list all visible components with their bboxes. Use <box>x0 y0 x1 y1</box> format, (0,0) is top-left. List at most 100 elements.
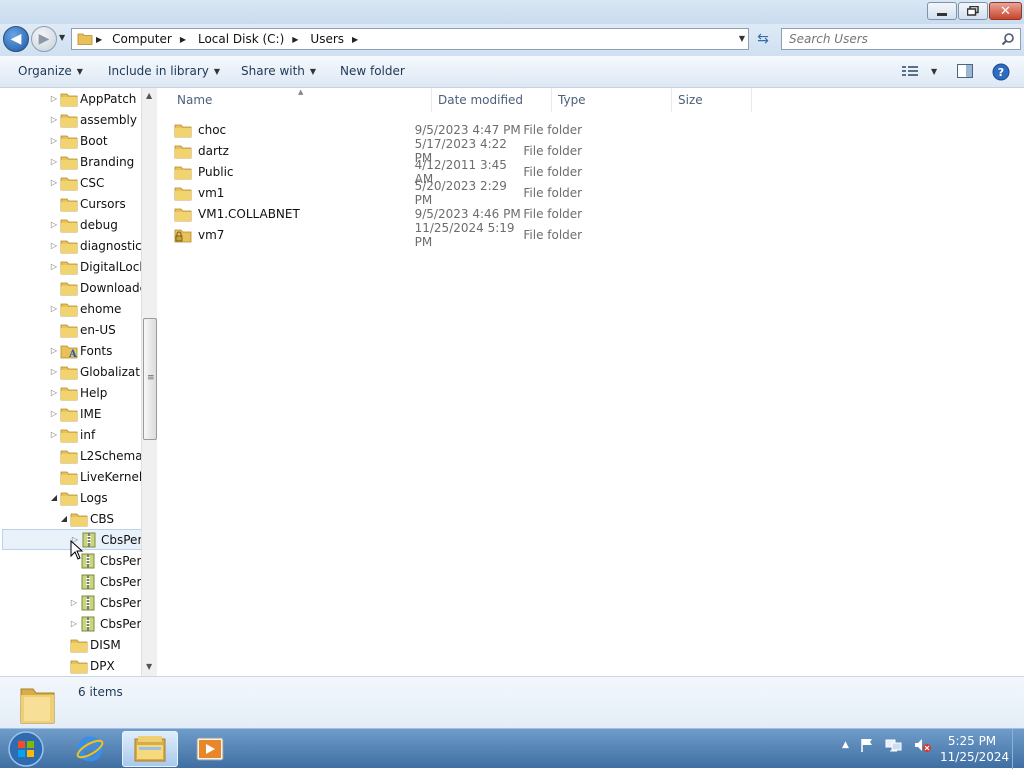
tree-expand-icon[interactable]: ▷ <box>48 178 60 187</box>
tree-item[interactable]: ▷ DigitalLocker <box>0 256 142 277</box>
tree-expand-icon[interactable]: ▷ <box>48 220 60 229</box>
include-in-library-menu[interactable]: Include in library ▼ <box>108 64 220 78</box>
column-header-date-modified[interactable]: Date modified <box>432 88 552 112</box>
tree-item[interactable]: ▷ debug <box>0 214 142 235</box>
tree-item[interactable]: ▷ A Fonts <box>0 340 142 361</box>
tree-expand-icon[interactable]: ▷ <box>48 430 60 439</box>
tree-expand-icon[interactable]: ▷ <box>48 367 60 376</box>
scroll-down-icon[interactable]: ▼ <box>146 662 152 671</box>
show-desktop-button[interactable] <box>1012 729 1024 769</box>
tree-item[interactable]: ▷ Globalization <box>0 361 142 382</box>
tree-expand-icon[interactable]: ▷ <box>48 157 60 166</box>
taskbar-media-player[interactable] <box>182 731 238 767</box>
nav-scrollbar[interactable]: ▲ ≡ ▼ <box>141 88 157 676</box>
breadcrumb-users[interactable]: Users ▶ <box>303 32 363 46</box>
tree-item[interactable]: ▷ ehome <box>0 298 142 319</box>
share-with-menu[interactable]: Share with ▼ <box>241 64 316 78</box>
start-button[interactable] <box>4 730 48 768</box>
organize-menu[interactable]: Organize ▼ <box>18 64 83 78</box>
tree-expand-icon[interactable]: ▷ <box>48 262 60 271</box>
restore-button[interactable] <box>958 2 988 20</box>
clock[interactable]: 5:25 PM 11/25/2024 <box>940 733 1009 765</box>
help-button[interactable]: ? <box>992 63 1010 81</box>
tree-expand-icon[interactable]: ▷ <box>48 388 60 397</box>
file-row[interactable]: vm7 11/25/2024 5:19 PM File folder <box>174 221 614 249</box>
tree-item[interactable]: LiveKernelReports <box>0 466 142 487</box>
taskbar-internet-explorer[interactable] <box>62 731 118 767</box>
tree-expand-icon[interactable]: ▷ <box>48 94 60 103</box>
scrollbar-thumb[interactable]: ≡ <box>143 318 157 440</box>
navigation-pane[interactable]: ▷ AppPatch ▷ assembly ▷ Boot ▷ Branding ▷ CSC Curs… <box>0 88 158 676</box>
back-button[interactable]: ◀ <box>3 26 29 52</box>
tree-item[interactable]: ▷ IME <box>0 403 142 424</box>
tree-expand-icon[interactable]: ▷ <box>48 115 60 124</box>
windows-explorer-icon <box>134 736 166 762</box>
close-button[interactable]: ✕ <box>989 2 1022 20</box>
file-row[interactable]: choc 9/5/2023 4:47 PM File folder <box>174 119 614 140</box>
breadcrumb-separator-icon[interactable]: ▶ <box>177 35 189 44</box>
taskbar-windows-explorer[interactable] <box>122 731 178 767</box>
network-icon[interactable] <box>885 737 903 753</box>
forward-button[interactable]: ▶ <box>31 26 57 52</box>
folder-icon <box>60 427 78 443</box>
breadcrumb-separator-icon[interactable]: ▶ <box>289 35 301 44</box>
show-hidden-icons-icon[interactable]: ▲ <box>842 740 849 750</box>
minimize-button[interactable] <box>927 2 957 20</box>
refresh-button[interactable]: ⇆ <box>751 28 775 50</box>
tree-expand-icon[interactable]: ▷ <box>48 346 60 355</box>
address-bar[interactable]: ▶ Computer ▶ Local Disk (C:) ▶ Users ▶ ▼ <box>71 28 749 50</box>
column-header-size[interactable]: Size <box>672 88 752 112</box>
recent-pages-dropdown-icon[interactable]: ▼ <box>59 33 65 42</box>
tree-expand-icon[interactable]: ▷ <box>48 304 60 313</box>
tree-item[interactable]: ▷ Boot <box>0 130 142 151</box>
tree-item[interactable]: ◢ Logs <box>0 487 142 508</box>
address-dropdown-icon[interactable]: ▼ <box>739 34 745 43</box>
tree-item[interactable]: ▷ diagnostics <box>0 235 142 256</box>
file-list-pane[interactable]: Name ▲ Date modified Type Size choc 9/5/2… <box>160 88 1024 676</box>
tree-expand-icon[interactable]: ▷ <box>68 598 80 607</box>
change-view-button[interactable]: ▼ <box>902 65 937 77</box>
scroll-up-icon[interactable]: ▲ <box>146 91 152 100</box>
tree-expand-icon[interactable]: ▷ <box>48 241 60 250</box>
file-row[interactable]: vm1 5/20/2023 2:29 PM File folder <box>174 179 614 207</box>
preview-pane-button[interactable] <box>957 64 973 78</box>
breadcrumb-computer[interactable]: Computer ▶ <box>105 32 191 46</box>
tree-collapse-icon[interactable]: ◢ <box>48 493 60 502</box>
tree-item[interactable]: DISM <box>0 634 142 655</box>
action-center-flag-icon[interactable] <box>859 737 875 753</box>
tree-item[interactable]: ▷ Branding <box>0 151 142 172</box>
tree-item[interactable]: en-US <box>0 319 142 340</box>
tree-item[interactable]: ▷ inf <box>0 424 142 445</box>
tree-item[interactable]: L2Schemas <box>0 445 142 466</box>
search-input[interactable] <box>782 32 992 46</box>
tree-item[interactable]: ◢ CBS <box>0 508 142 529</box>
breadcrumb-local-disk[interactable]: Local Disk (C:) ▶ <box>191 32 303 46</box>
tree-item[interactable]: DPX <box>0 655 142 676</box>
tree-item-label: ehome <box>80 301 122 316</box>
tree-collapse-icon[interactable]: ◢ <box>58 514 70 523</box>
tree-item[interactable]: CbsPersist <box>0 571 142 592</box>
tree-item[interactable]: ▷ CbsPersist <box>0 592 142 613</box>
tree-item[interactable]: ▷ Help <box>0 382 142 403</box>
tree-item[interactable]: ▷ CbsPersist <box>0 613 142 634</box>
tree-item[interactable]: Cursors <box>0 193 142 214</box>
column-header-type[interactable]: Type <box>552 88 672 112</box>
volume-muted-icon[interactable] <box>913 737 931 753</box>
breadcrumb-separator-icon[interactable]: ▶ <box>93 35 105 44</box>
tree-item-label: Fonts <box>80 343 113 358</box>
breadcrumb-separator-icon[interactable]: ▶ <box>349 35 361 44</box>
search-box[interactable] <box>781 28 1021 50</box>
new-folder-button[interactable]: New folder <box>340 64 405 78</box>
tree-expand-icon[interactable]: ▷ <box>48 409 60 418</box>
tree-item[interactable]: ▷ CSC <box>0 172 142 193</box>
tree-item[interactable]: ▷ assembly <box>0 109 142 130</box>
file-row[interactable]: VM1.COLLABNET 9/5/2023 4:46 PM File folder <box>174 203 614 224</box>
tree-item-label: debug <box>80 217 118 232</box>
tree-expand-icon[interactable]: ▷ <box>48 136 60 145</box>
tree-item[interactable]: ▷ AppPatch <box>0 88 142 109</box>
file-row[interactable]: dartz 5/17/2023 4:22 PM File folder <box>174 137 614 165</box>
file-row[interactable]: Public 4/12/2011 3:45 AM File folder <box>174 158 614 186</box>
search-icon[interactable] <box>1001 32 1015 49</box>
tree-item[interactable]: Downloaded <box>0 277 142 298</box>
tree-expand-icon[interactable]: ▷ <box>68 619 80 628</box>
